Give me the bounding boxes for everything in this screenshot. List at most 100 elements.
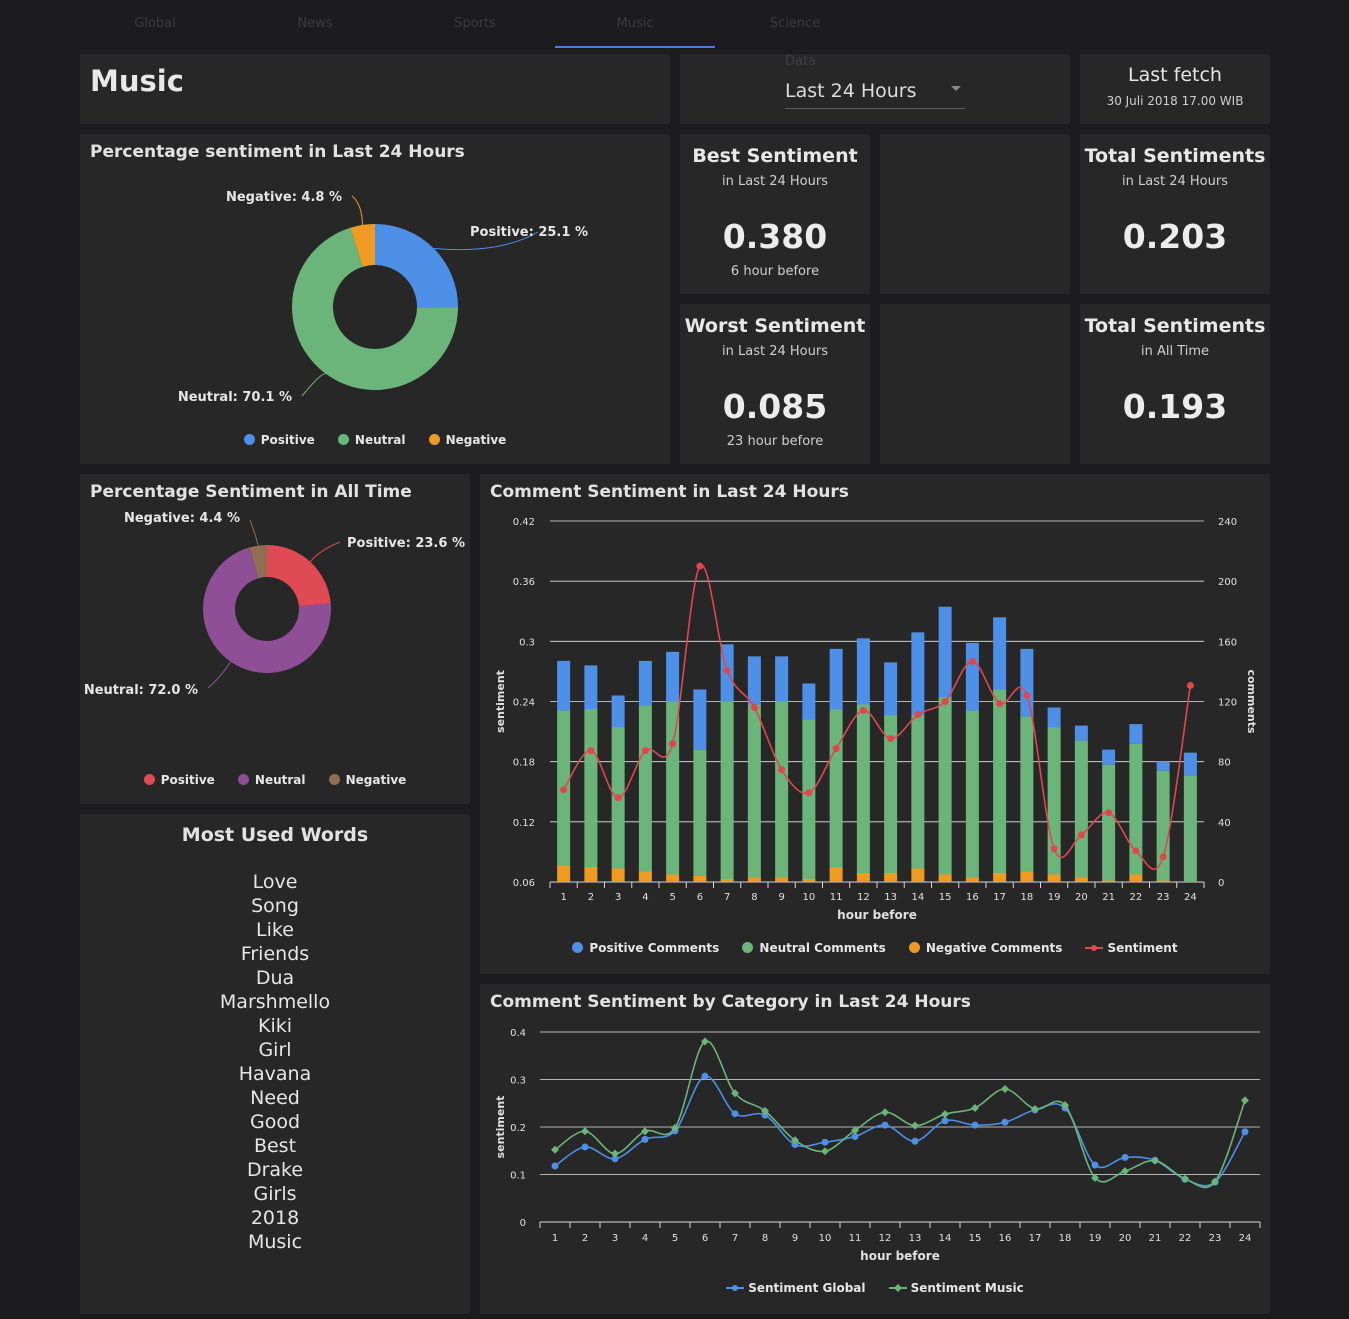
bar-negative[interactable] [584,866,598,882]
bar-negative[interactable] [611,868,625,882]
legend-sentiment-music[interactable]: Sentiment Music [888,1281,1024,1295]
tab-news[interactable]: News [235,0,395,48]
bar-negative[interactable] [856,872,870,882]
music-point[interactable] [821,1147,829,1156]
sentiment-point[interactable] [1077,831,1085,839]
bar-positive[interactable] [856,638,870,705]
sentiment-point[interactable] [641,747,649,755]
bar-negative[interactable] [1129,874,1143,882]
legend-positive[interactable]: Positive [243,433,315,447]
bar-positive[interactable] [747,656,761,705]
bar-neutral[interactable] [1156,770,1170,881]
bar-negative[interactable] [693,875,707,882]
tab-sports[interactable]: Sports [395,0,555,48]
bar-neutral[interactable] [775,701,789,878]
sentiment-point[interactable] [968,657,976,665]
sentiment-point[interactable] [560,786,568,794]
bar-neutral[interactable] [1183,775,1197,882]
sentiment-point[interactable] [1050,845,1058,853]
sentiment-point[interactable] [996,700,1004,708]
bar-positive[interactable] [1129,724,1143,744]
sentiment-point[interactable] [1023,691,1031,699]
global-point[interactable] [941,1117,949,1125]
bar-negative[interactable] [911,868,925,882]
bar-positive[interactable] [884,662,898,716]
bar-negative[interactable] [747,877,761,882]
sentiment-point[interactable] [696,562,704,570]
bar-neutral[interactable] [1074,740,1088,878]
legend-sentiment[interactable]: Sentiment [1085,941,1178,955]
music-point[interactable] [581,1127,589,1136]
bar-neutral[interactable] [693,749,707,876]
legend-positive[interactable]: Positive [143,773,215,787]
bar-negative[interactable] [1047,874,1061,882]
bar-neutral[interactable] [747,704,761,878]
bar-neutral[interactable] [1102,764,1116,881]
sentiment-point[interactable] [941,698,949,705]
bar-neutral[interactable] [1020,716,1034,872]
bar-positive[interactable] [965,642,979,711]
bar-negative[interactable] [938,874,952,882]
sentiment-point[interactable] [914,711,922,719]
music-point[interactable] [1001,1085,1009,1093]
bar-neutral[interactable] [829,709,843,867]
global-point[interactable] [881,1121,889,1129]
bar-negative[interactable] [829,866,843,882]
legend-negative-comments[interactable]: Negative Comments [908,941,1062,955]
bar-positive[interactable] [611,695,625,728]
sentiment-point[interactable] [1105,809,1113,817]
global-point[interactable] [821,1138,829,1146]
bar-positive[interactable] [1102,749,1116,765]
bar-negative[interactable] [1102,880,1116,882]
global-point[interactable] [701,1072,709,1080]
legend-sentiment-global[interactable]: Sentiment Global [726,1281,866,1295]
bar-positive[interactable] [775,656,789,702]
global-point[interactable] [641,1135,649,1143]
bar-neutral[interactable] [856,704,870,873]
music-point[interactable] [911,1121,919,1130]
music-point[interactable] [1241,1096,1249,1105]
music-point[interactable] [881,1108,889,1117]
sentiment-point[interactable] [832,745,840,753]
bar-negative[interactable] [1156,880,1170,882]
music-point[interactable] [941,1110,949,1119]
bar-negative[interactable] [557,865,571,882]
bar-positive[interactable] [584,665,598,710]
bar-negative[interactable] [638,871,652,882]
global-point[interactable] [1241,1128,1249,1136]
sentiment-point[interactable] [778,766,786,774]
music-point[interactable] [1181,1174,1189,1183]
bar-positive[interactable] [829,648,843,710]
bar-neutral[interactable] [666,701,680,875]
legend-positive-comments[interactable]: Positive Comments [572,941,719,955]
global-point[interactable] [1121,1153,1129,1161]
tab-science[interactable]: Science [715,0,875,48]
bar-neutral[interactable] [965,710,979,878]
sentiment-point[interactable] [614,794,622,802]
bar-positive[interactable] [911,632,925,716]
bar-positive[interactable] [1047,707,1061,728]
bar-neutral[interactable] [802,719,816,879]
bar-positive[interactable] [638,660,652,707]
sentiment-point[interactable] [587,747,595,755]
sentiment-point[interactable] [1186,681,1194,689]
music-point[interactable] [971,1104,979,1112]
bar-neutral[interactable] [993,689,1007,873]
sentiment-point[interactable] [859,707,867,715]
sentiment-point[interactable] [887,735,895,743]
sentiment-point[interactable] [723,666,731,674]
data-select[interactable]: Last 24 Hours [785,72,965,109]
bar-negative[interactable] [666,874,680,882]
tab-music[interactable]: Music [555,0,715,48]
bar-positive[interactable] [993,617,1007,690]
legend-negative[interactable]: Negative [328,773,406,787]
global-point[interactable] [971,1121,979,1129]
bar-negative[interactable] [884,872,898,882]
bar-negative[interactable] [720,878,734,882]
tab-global[interactable]: Global [75,0,235,48]
bar-positive[interactable] [1183,752,1197,776]
bar-positive[interactable] [693,689,707,750]
bar-neutral[interactable] [720,701,734,879]
bar-positive[interactable] [666,651,680,702]
music-point[interactable] [611,1149,619,1158]
